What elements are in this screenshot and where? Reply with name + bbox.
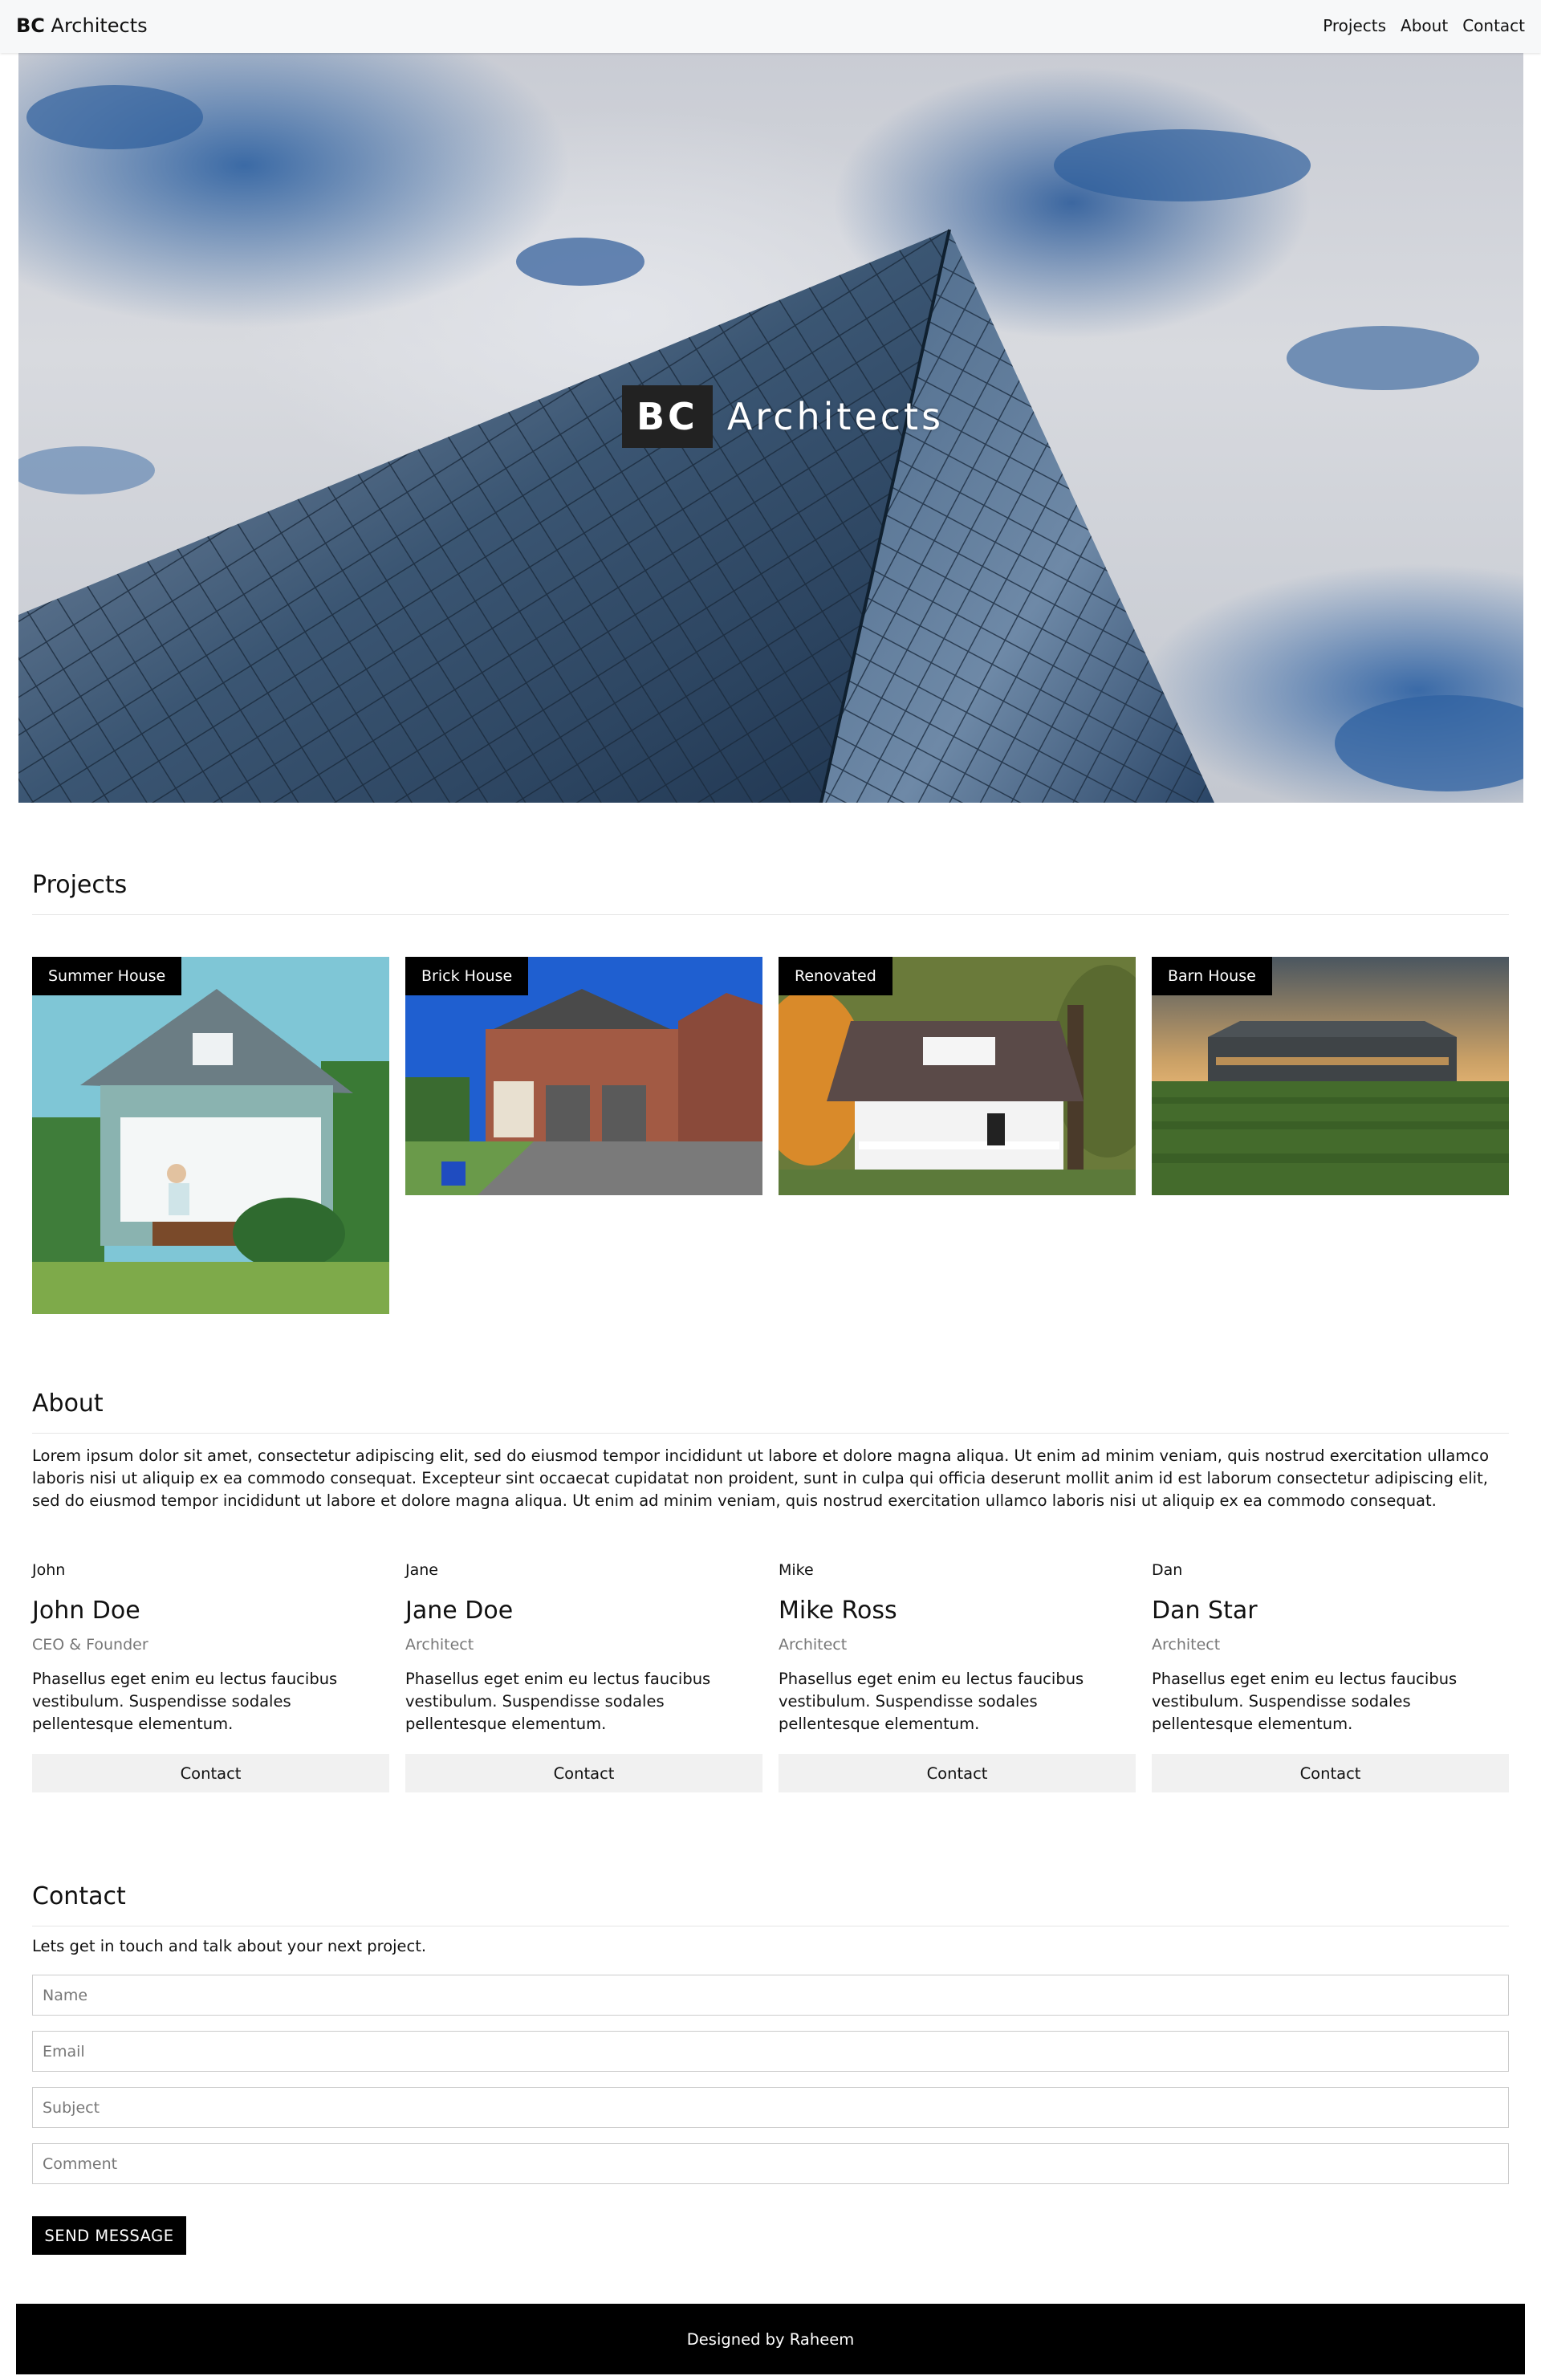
project-card-barn-house[interactable]: Barn House	[1152, 957, 1509, 1195]
member-nickname: John	[32, 1561, 66, 1579]
member-bio: Phasellus eget enim eu lectus faucibus v…	[779, 1670, 1084, 1733]
brand-logo[interactable]: BC Architects	[16, 14, 148, 37]
team-member-card: Jane Jane Doe Architect Phasellus eget e…	[405, 1561, 762, 1792]
contact-button[interactable]: Contact	[405, 1754, 762, 1792]
name-input[interactable]: Name	[32, 1975, 1509, 2016]
contact-heading: Contact	[32, 1882, 126, 1910]
team-member-card: Dan Dan Star Architect Phasellus eget en…	[1152, 1561, 1509, 1792]
member-bio: Phasellus eget enim eu lectus faucibus v…	[405, 1670, 711, 1733]
member-nickname: Dan	[1152, 1561, 1183, 1579]
hero-banner: BC Architects	[18, 53, 1523, 803]
team-member-card: Mike Mike Ross Architect Phasellus eget …	[779, 1561, 1136, 1792]
hero-title-bc: BC	[622, 385, 713, 448]
nav-link-projects[interactable]: Projects	[1323, 16, 1386, 35]
brand-rest: Architects	[44, 14, 148, 37]
project-card-brick-house[interactable]: Brick House	[405, 957, 762, 1195]
top-navbar: BC Architects Projects About Contact	[0, 0, 1541, 53]
hero-title-architects: Architects	[726, 395, 945, 438]
nav-link-about[interactable]: About	[1401, 16, 1448, 35]
member-nickname: Jane	[405, 1561, 438, 1579]
about-heading: About	[32, 1389, 104, 1418]
about-divider	[32, 1433, 1509, 1434]
brand-bold: BC	[16, 14, 45, 37]
footer: Designed by Raheem	[16, 2304, 1525, 2374]
project-label: Summer House	[32, 957, 182, 995]
subject-input[interactable]: Subject	[32, 2087, 1509, 2128]
summer-house-image	[32, 957, 389, 1314]
member-name: Jane Doe	[405, 1597, 514, 1625]
comment-input[interactable]: Comment	[32, 2143, 1509, 2184]
member-nickname: Mike	[779, 1561, 814, 1579]
contact-intro: Lets get in touch and talk about your ne…	[32, 1937, 427, 1955]
project-card-summer-house[interactable]: Summer House	[32, 957, 389, 1314]
project-label: Barn House	[1152, 957, 1272, 995]
project-card-renovated[interactable]: Renovated	[779, 957, 1136, 1195]
member-role: Architect	[1152, 1636, 1221, 1654]
contact-button[interactable]: Contact	[1152, 1754, 1509, 1792]
projects-divider	[32, 914, 1509, 915]
project-label: Renovated	[779, 957, 892, 995]
nav-link-contact[interactable]: Contact	[1462, 16, 1525, 35]
footer-credit: Designed by Raheem	[686, 2329, 855, 2349]
projects-heading: Projects	[32, 871, 128, 899]
member-role: Architect	[779, 1636, 848, 1654]
member-name: Dan Star	[1152, 1597, 1258, 1625]
member-name: Mike Ross	[779, 1597, 897, 1625]
email-input[interactable]: Email	[32, 2031, 1509, 2072]
project-label: Brick House	[405, 957, 529, 995]
nav-links: Projects About Contact	[1323, 16, 1525, 35]
contact-button[interactable]: Contact	[779, 1754, 1136, 1792]
send-message-button[interactable]: SEND MESSAGE	[32, 2216, 186, 2255]
member-name: John Doe	[32, 1597, 140, 1625]
team-member-card: John John Doe CEO & Founder Phasellus eg…	[32, 1561, 389, 1792]
member-role: CEO & Founder	[32, 1636, 148, 1654]
member-bio: Phasellus eget enim eu lectus faucibus v…	[1152, 1670, 1458, 1733]
about-paragraph: Lorem ipsum dolor sit amet, consectetur …	[32, 1446, 1490, 1510]
hero-title: BC Architects	[622, 385, 944, 448]
member-role: Architect	[405, 1636, 474, 1654]
member-bio: Phasellus eget enim eu lectus faucibus v…	[32, 1670, 338, 1733]
contact-button[interactable]: Contact	[32, 1754, 389, 1792]
